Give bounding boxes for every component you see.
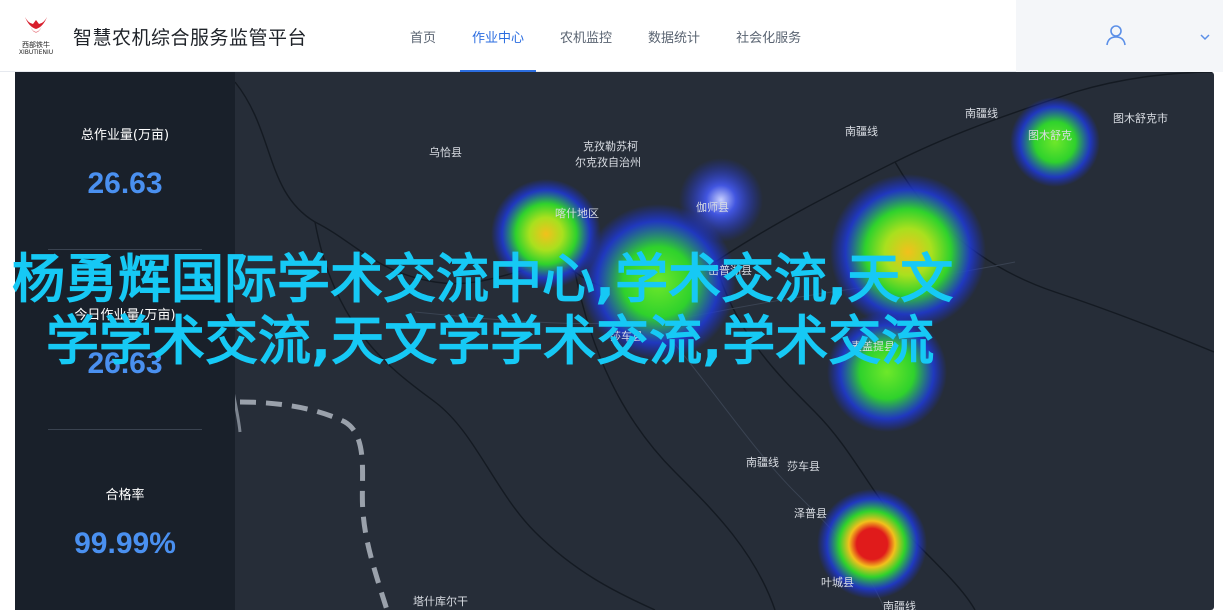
map-label: 克孜勒苏柯 <box>583 140 638 153</box>
map-label: 图木舒克 <box>1028 129 1072 142</box>
nav-statistics[interactable]: 数据统计 <box>630 0 718 72</box>
stat-pass-rate: 合格率 99.99% <box>15 484 235 561</box>
top-header: 西部铁牛 XIBUTIENIU 智慧农机综合服务监管平台 首页 作业中心 农机监… <box>0 0 1223 72</box>
map-label: 南疆线 <box>965 107 998 120</box>
nav-machine-monitor[interactable]: 农机监控 <box>542 0 630 72</box>
user-icon[interactable] <box>1105 24 1127 46</box>
map-label: 伽师县 <box>696 201 729 214</box>
map-label: 南疆线 <box>845 125 878 138</box>
stat-label: 合格率 <box>105 488 145 503</box>
map-label: 南疆线 <box>883 600 916 610</box>
nav-home[interactable]: 首页 <box>392 0 454 72</box>
map-label: 南疆线 <box>746 456 779 469</box>
map-label: 泽普县 <box>794 507 827 520</box>
chevron-down-icon[interactable] <box>1198 30 1212 44</box>
overlay-line-2: 学学术交流,天文学学术交流,学术交流 <box>46 311 935 372</box>
brand-logo[interactable]: 西部铁牛 XIBUTIENIU <box>13 13 59 56</box>
map-label: 喀什地区 <box>555 207 599 220</box>
map-label: 尔克孜自治州 <box>575 156 641 169</box>
map-label: 塔什库尔干 <box>413 595 468 608</box>
map-label: 叶城县 <box>821 576 854 589</box>
main-nav: 首页 作业中心 农机监控 数据统计 社会化服务 <box>392 0 819 72</box>
bull-logo-icon <box>25 17 47 33</box>
stat-value: 99.99% <box>74 527 176 560</box>
stat-label: 总作业量(万亩) <box>80 128 170 143</box>
stat-divider <box>48 429 202 430</box>
nav-operation-center[interactable]: 作业中心 <box>454 0 542 72</box>
stat-value: 26.63 <box>87 167 163 200</box>
logo-en-text: XIBUTIENIU <box>18 49 54 56</box>
app-title: 智慧农机综合服务监管平台 <box>73 27 308 49</box>
map-label: 乌恰县 <box>429 146 462 159</box>
map-label: 图木舒克市 <box>1113 112 1168 125</box>
map-label: 莎车县 <box>787 460 820 473</box>
nav-social-service[interactable]: 社会化服务 <box>718 0 819 72</box>
overlay-line-1: 杨勇辉国际学术交流中心,学术交流,天文 <box>12 249 954 310</box>
user-menu[interactable] <box>1016 0 1223 72</box>
stat-total-work: 总作业量(万亩) 26.63 <box>15 124 235 201</box>
logo-cn-text: 西部铁牛 <box>22 41 50 49</box>
